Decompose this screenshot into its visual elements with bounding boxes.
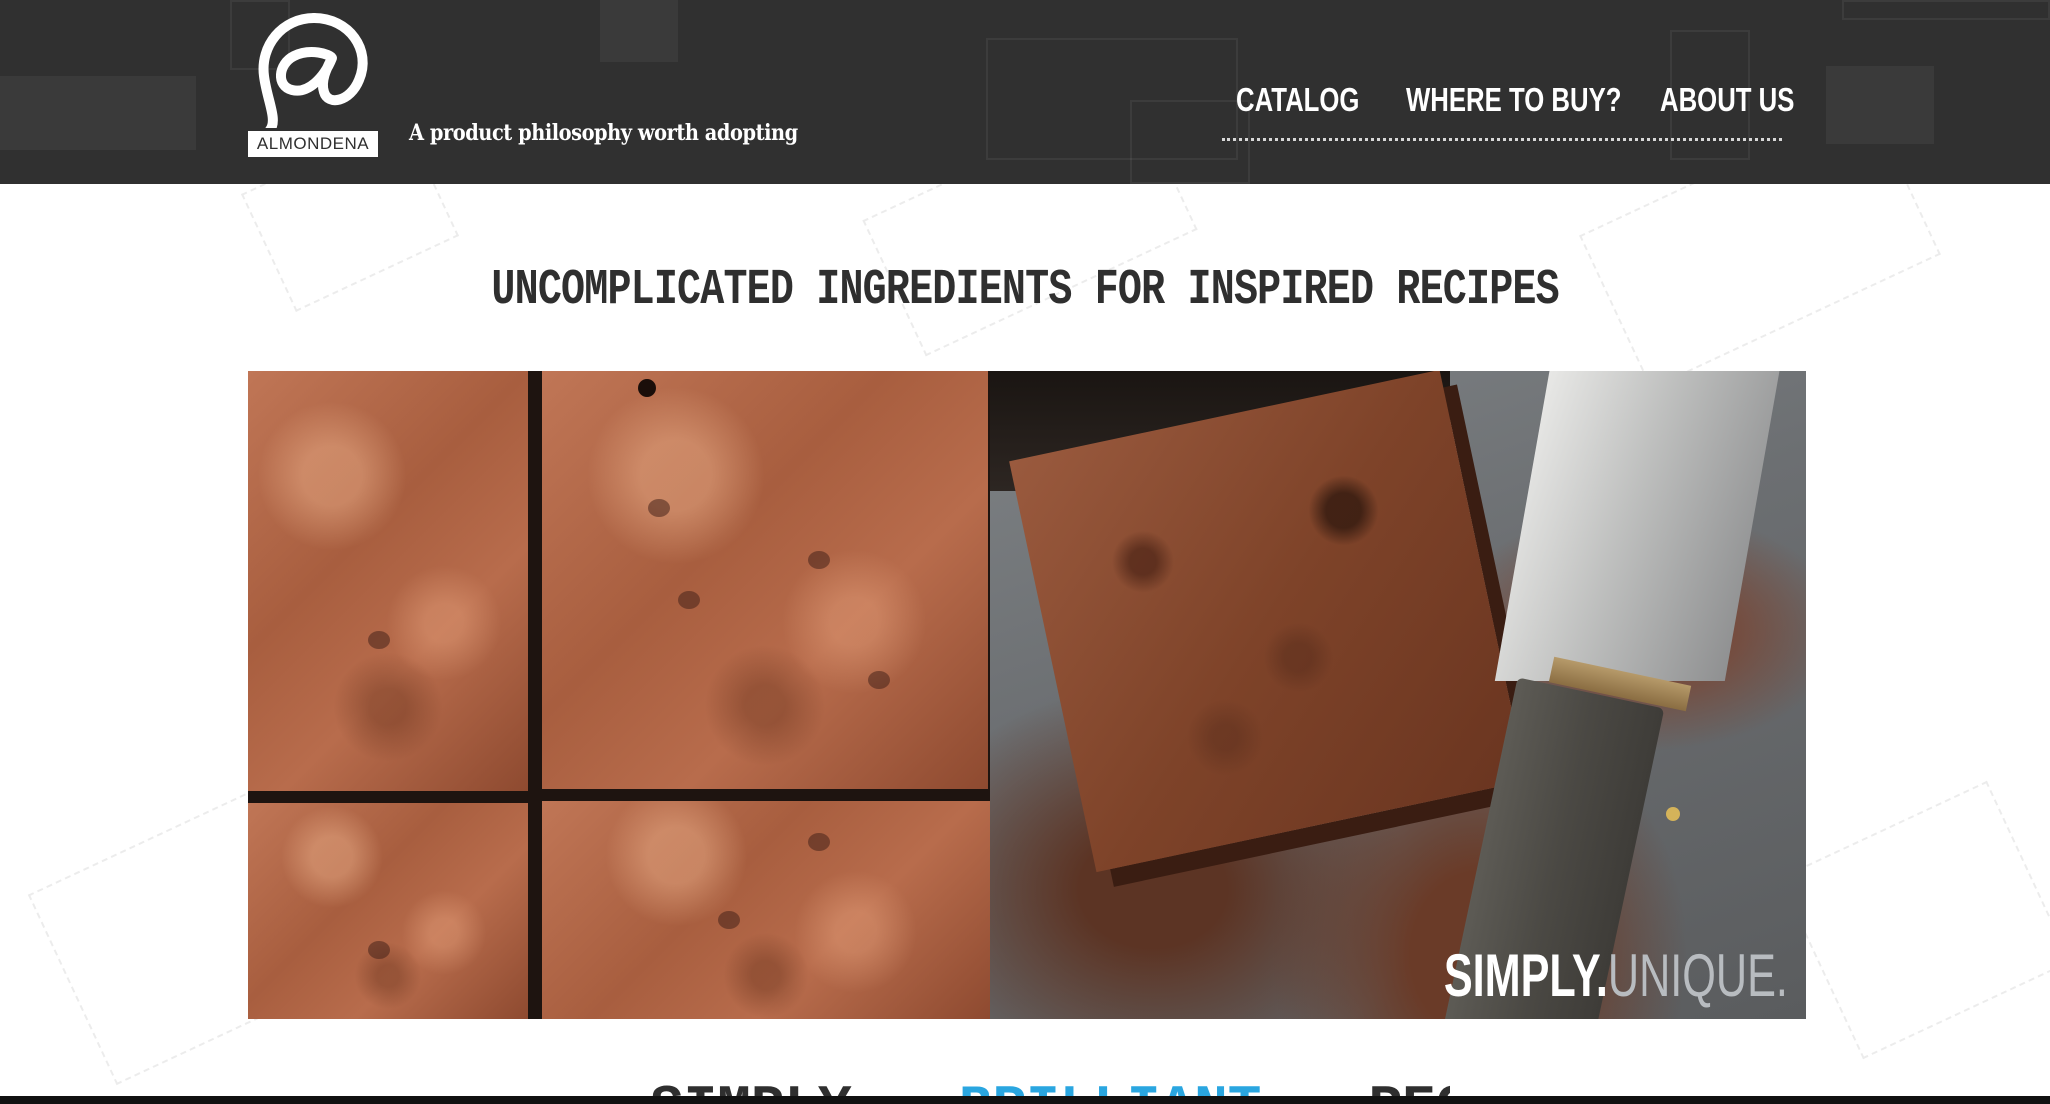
brownie-piece	[542, 801, 990, 1019]
chocolate-chip	[808, 833, 830, 851]
header-decoration	[1826, 66, 1934, 144]
chocolate-chip	[718, 911, 740, 929]
main-navigation: CATALOG WHERE TO BUY? ABOUT US	[1220, 78, 1794, 144]
chocolate-chip	[368, 631, 390, 649]
brownie-piece	[248, 371, 528, 791]
page-headline: UNCOMPLICATED INGREDIENTS FOR INSPIRED R…	[0, 256, 2050, 326]
hero-caption: SIMPLY.UNIQUE.	[1444, 941, 1788, 1011]
brownie-grid-photo	[248, 371, 990, 1019]
chocolate-chip	[648, 499, 670, 517]
chocolate-chip	[808, 551, 830, 569]
nav-about-us[interactable]: ABOUT US	[1660, 78, 1794, 122]
page: ALMONDENA A product philosophy worth ado…	[0, 0, 2050, 1104]
chocolate-chip	[368, 941, 390, 959]
nav-catalog[interactable]: CATALOG	[1236, 78, 1359, 122]
site-header: ALMONDENA A product philosophy worth ado…	[0, 0, 2050, 184]
headline-text: UNCOMPLICATED INGREDIENTS FOR INSPIRED R…	[491, 262, 1559, 319]
knife-rivet	[1666, 807, 1680, 821]
window-bottom-edge	[0, 1096, 2050, 1104]
single-brownie	[1009, 371, 1527, 873]
logo-wordmark: ALMONDENA	[248, 131, 378, 157]
nav-where-to-buy[interactable]: WHERE TO BUY?	[1406, 78, 1621, 122]
watermark-frame	[1778, 780, 2050, 1060]
header-decoration	[1842, 0, 2050, 20]
site-tagline: A product philosophy worth adopting	[409, 120, 798, 146]
chocolate-chip	[868, 671, 890, 689]
hero-caption-unique: UNIQUE.	[1607, 942, 1788, 1009]
nav-underline	[1222, 138, 1782, 141]
chocolate-chip	[678, 591, 700, 609]
chocolate-chip	[638, 379, 656, 397]
header-decoration	[0, 76, 196, 150]
hero-caption-simply: SIMPLY.	[1443, 942, 1608, 1009]
brownie-piece	[542, 371, 988, 789]
hero-image: SIMPLY.UNIQUE.	[248, 371, 1806, 1019]
brand-logo[interactable]: ALMONDENA	[248, 10, 380, 157]
header-decoration	[600, 0, 678, 62]
brownie-piece	[248, 803, 528, 1019]
almondena-logo-icon	[258, 13, 368, 128]
